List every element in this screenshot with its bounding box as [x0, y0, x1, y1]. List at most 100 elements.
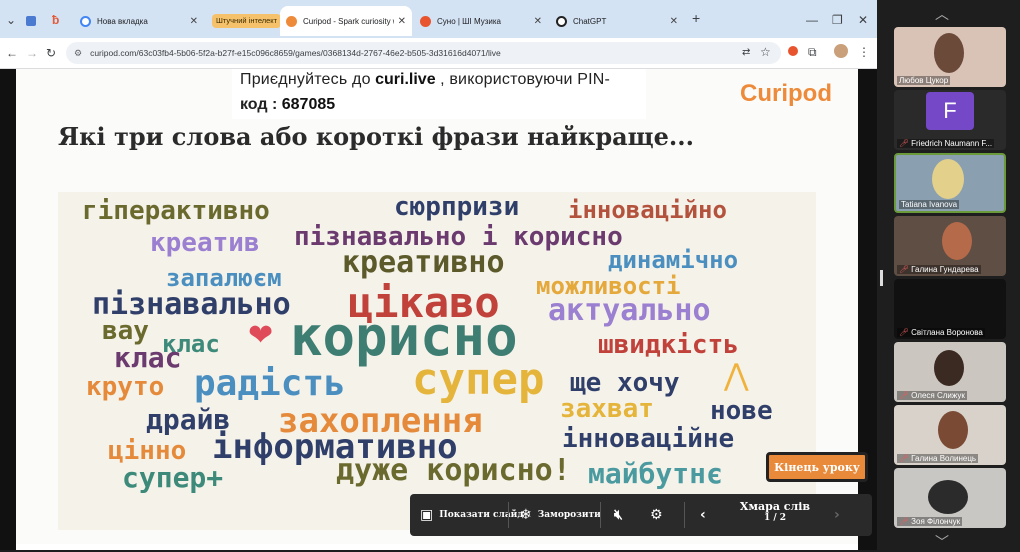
cloud-word: інноваційно [568, 196, 727, 224]
mic-off-icon: 🎤︎ [899, 391, 910, 400]
panel-resize-handle[interactable] [880, 270, 883, 286]
menu-icon[interactable]: ⋮ [858, 45, 870, 59]
participant-tile[interactable]: 🎤︎ Олеся Слижук [894, 342, 1006, 402]
extensions-puzzle-icon[interactable]: ⧉ [808, 45, 817, 59]
cloud-word: швидкість [598, 330, 739, 360]
close-icon[interactable]: ✕ [398, 16, 406, 27]
participant-tile[interactable]: 🎤︎ Світлана Воронова [894, 279, 1006, 339]
participant-tile[interactable]: 🎤︎ Галина Гундарева [894, 216, 1006, 276]
mic-off-icon: 🎤︎ [899, 328, 910, 337]
cloud-word: сюрпризи [394, 192, 520, 222]
video-feed [932, 159, 964, 199]
curipod-icon [286, 15, 297, 27]
cloud-word: динамічно [608, 246, 739, 274]
forward-icon[interactable]: → [26, 46, 38, 60]
cloud-word: креатив [150, 228, 260, 258]
video-feed [934, 350, 964, 386]
curipod-logo: Curipod [740, 80, 832, 107]
cloud-word: майбутнє [588, 457, 723, 490]
url-text[interactable]: curipod.com/63c03fb4-5b06-5f2a-b27f-e15c… [90, 48, 501, 58]
participant-name: 🎤︎ Friedrich Naumann F... [897, 139, 995, 148]
tab-search-icon[interactable]: ⌄ [6, 13, 16, 27]
participant-tile[interactable]: F 🎤︎ Friedrich Naumann F... [894, 90, 1006, 150]
join-instructions: Приєднуйтесь до curi.live , використовую… [240, 71, 611, 88]
chevron-left-icon: ‹ [700, 507, 706, 523]
cloud-word: супер [412, 354, 545, 405]
previous-slide-button[interactable]: ‹ [700, 494, 712, 536]
slide-counter: 1 / 2 [763, 513, 787, 523]
video-feed [928, 480, 968, 514]
tab-strip: ⌄ ƀ Нова вкладка ✕ Штучний інтелект Curi… [0, 0, 877, 38]
slide-question: Які три слова або короткі фрази найкраще… [58, 122, 694, 151]
mic-off-icon: 🎤︎ [899, 139, 910, 148]
participant-name: 🎤︎ Олеся Слижук [897, 391, 967, 400]
scroll-down-icon[interactable]: ﹀ [935, 532, 949, 552]
heart-icon: ❤ [248, 319, 274, 352]
participant-tile[interactable]: Tatiana Ivanova [894, 153, 1006, 213]
word-cloud: гіперактивно сюрпризи інноваційно креатив пі… [58, 192, 816, 530]
new-tab-icon[interactable]: + [692, 11, 700, 25]
mute-button[interactable]: 🔇︎ [614, 494, 629, 536]
participant-name: 🎤︎ Зоя Філончук [897, 517, 963, 526]
cloud-word: круто [86, 372, 165, 402]
tab-new-tab[interactable]: Нова вкладка ✕ [74, 6, 204, 36]
snowflake-icon: ❄ [520, 507, 532, 523]
cloud-word: радість [194, 363, 346, 404]
cloud-word: нове [710, 396, 773, 426]
participant-name: 🎤︎ Галина Волинець [897, 454, 979, 463]
scroll-up-icon[interactable]: ︿ [935, 4, 949, 24]
video-feed [942, 222, 972, 260]
mic-off-icon: 🎤︎ [899, 265, 910, 274]
side-panel-icon[interactable] [26, 16, 36, 26]
close-icon[interactable]: ✕ [190, 16, 198, 27]
divider [508, 502, 509, 528]
participant-tile[interactable]: 🎤︎ Галина Волинець [894, 405, 1006, 465]
bookmark-star-icon[interactable]: ☆ [760, 45, 771, 59]
cloud-word: креативно [342, 245, 505, 280]
praying-hands-icon: ⋀ [724, 359, 749, 392]
close-icon[interactable]: ✕ [534, 16, 542, 27]
close-window-icon[interactable]: ✕ [858, 13, 868, 27]
browser-window: ⌄ ƀ Нова вкладка ✕ Штучний інтелект Curi… [0, 0, 877, 550]
tab-group-chip[interactable]: Штучний інтелект [212, 14, 282, 28]
tab-suno[interactable]: Суно | ШІ Музика ✕ [414, 6, 548, 36]
cloud-word: дуже корисно! [336, 453, 571, 488]
slide-title: Хмара слів [739, 500, 811, 513]
profile-avatar[interactable] [834, 44, 848, 58]
freeze-button[interactable]: ❄ Заморозити [520, 494, 601, 536]
slide-indicator: Хмара слів 1 / 2 [720, 500, 830, 523]
tab-chatgpt[interactable]: ChatGPT ✕ [550, 6, 684, 36]
suno-icon [420, 15, 431, 27]
chevron-right-icon: › [834, 507, 840, 523]
avatar: F [926, 92, 974, 130]
slide-letterbox-left [0, 69, 16, 550]
close-icon[interactable]: ✕ [670, 16, 678, 27]
mic-off-icon: 🎤︎ [899, 517, 910, 526]
extension-icon[interactable] [788, 46, 798, 56]
join-pin: 687085 [281, 96, 336, 113]
pinned-tab-icon[interactable]: ƀ [52, 13, 59, 27]
video-feed [934, 33, 964, 73]
image-icon: ▣ [420, 507, 434, 523]
address-bar[interactable]: ⚙ curipod.com/63c03fb4-5b06-5f2a-b27f-e1… [66, 42, 781, 64]
speaker-muted-icon: 🔇︎ [614, 507, 623, 523]
cloud-word: актуально [548, 293, 711, 328]
cloud-word: гіперактивно [82, 196, 270, 226]
settings-button[interactable]: ⚙ [650, 494, 669, 536]
translate-icon[interactable]: ⇄ [742, 46, 750, 60]
participant-name: 🎤︎ Галина Гундарева [897, 265, 981, 274]
participant-name: 🎤︎ Світлана Воронова [897, 328, 985, 337]
minimize-icon[interactable]: — [806, 13, 818, 27]
join-pin-line: код : 687085 [240, 96, 336, 113]
back-icon[interactable]: ← [6, 46, 18, 60]
end-lesson-button[interactable]: Кінець уроку [766, 452, 868, 482]
cloud-word: ще хочу [570, 368, 680, 398]
site-info-icon[interactable]: ⚙ [74, 48, 82, 59]
restore-icon[interactable]: ❐ [832, 13, 843, 27]
next-slide-button[interactable]: › [834, 494, 846, 536]
gear-icon: ⚙ [650, 507, 663, 523]
tab-curipod[interactable]: Curipod - Spark curiosity with ✕ [280, 6, 412, 36]
reload-icon[interactable]: ↻ [46, 46, 56, 60]
participant-tile[interactable]: 🎤︎ Зоя Філончук [894, 468, 1006, 528]
participant-tile[interactable]: Любов Цукор [894, 27, 1006, 87]
